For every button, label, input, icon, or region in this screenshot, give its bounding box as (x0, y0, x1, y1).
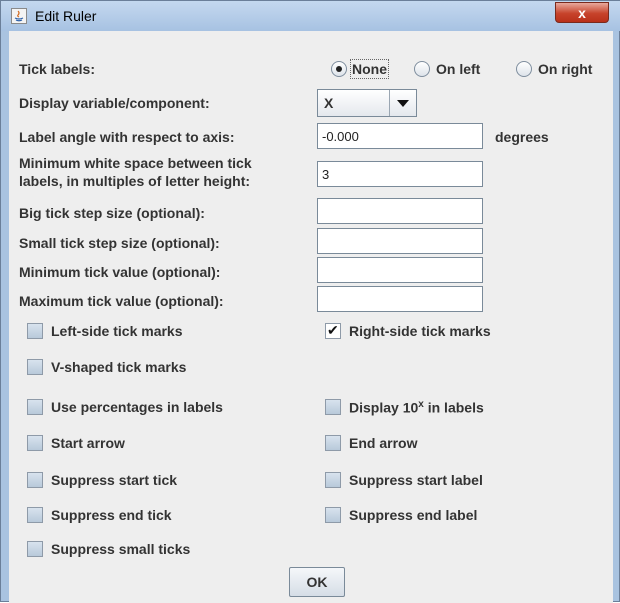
dialog-content: Tick labels: None On left On right Displ… (9, 31, 613, 603)
radio-on-right-label[interactable]: On right (538, 61, 592, 77)
use-percentages-checkbox[interactable] (27, 399, 43, 415)
start-arrow-label[interactable]: Start arrow (51, 435, 125, 451)
display-10x-label[interactable]: Display 10x in labels (349, 399, 484, 416)
start-arrow-checkbox[interactable] (27, 435, 43, 451)
v-shaped-ticks-checkbox[interactable] (27, 359, 43, 375)
display-variable-dropdown[interactable]: X (317, 89, 417, 117)
suppress-end-label-label[interactable]: Suppress end label (349, 507, 477, 523)
label-angle-input[interactable] (317, 123, 483, 149)
min-white-space-label-line1: Minimum white space between tick (19, 155, 252, 171)
display-variable-value: X (324, 95, 334, 111)
check-mark-icon: ✔ (327, 322, 339, 338)
display-variable-label: Display variable/component: (19, 95, 210, 111)
end-arrow-label[interactable]: End arrow (349, 435, 417, 451)
window-title: Edit Ruler (35, 8, 97, 24)
min-white-space-input[interactable] (317, 161, 483, 187)
close-icon: x (578, 5, 586, 21)
display-10x-label-suffix: in labels (423, 399, 484, 416)
small-tick-step-input[interactable] (317, 228, 483, 254)
radio-on-left[interactable] (414, 61, 430, 77)
degrees-unit-label: degrees (495, 129, 549, 145)
suppress-end-label-checkbox[interactable] (325, 507, 341, 523)
right-side-ticks-label[interactable]: Right-side tick marks (349, 323, 491, 339)
suppress-start-label-label[interactable]: Suppress start label (349, 472, 483, 488)
radio-on-left-label[interactable]: On left (436, 61, 480, 77)
display-10x-label-prefix: Display 10 (349, 399, 419, 416)
suppress-small-ticks-label[interactable]: Suppress small ticks (51, 541, 190, 557)
suppress-end-tick-label[interactable]: Suppress end tick (51, 507, 172, 523)
max-tick-value-input[interactable] (317, 286, 483, 312)
v-shaped-ticks-label[interactable]: V-shaped tick marks (51, 359, 186, 375)
radio-none[interactable] (331, 61, 347, 77)
min-tick-value-label: Minimum tick value (optional): (19, 264, 221, 280)
title-bar[interactable]: Edit Ruler x (1, 1, 620, 31)
label-angle-label: Label angle with respect to axis: (19, 129, 235, 145)
suppress-end-tick-checkbox[interactable] (27, 507, 43, 523)
display-10x-checkbox[interactable] (325, 399, 341, 415)
left-side-ticks-checkbox[interactable] (27, 323, 43, 339)
left-side-ticks-label[interactable]: Left-side tick marks (51, 323, 183, 339)
max-tick-value-label: Maximum tick value (optional): (19, 293, 224, 309)
radio-none-label[interactable]: None (350, 59, 389, 79)
tick-labels-label: Tick labels: (19, 61, 96, 77)
end-arrow-checkbox[interactable] (325, 435, 341, 451)
suppress-start-label-checkbox[interactable] (325, 472, 341, 488)
big-tick-step-label: Big tick step size (optional): (19, 205, 205, 221)
min-tick-value-input[interactable] (317, 257, 483, 283)
use-percentages-label[interactable]: Use percentages in labels (51, 399, 223, 415)
suppress-small-ticks-checkbox[interactable] (27, 541, 43, 557)
edit-ruler-dialog: Edit Ruler x Tick labels: None On left O… (0, 0, 620, 603)
suppress-start-tick-checkbox[interactable] (27, 472, 43, 488)
close-button[interactable]: x (555, 2, 609, 23)
min-white-space-label-line2: labels, in multiples of letter height: (19, 173, 251, 189)
suppress-start-tick-label[interactable]: Suppress start tick (51, 472, 177, 488)
java-app-icon (11, 8, 27, 24)
chevron-down-icon[interactable] (389, 90, 416, 116)
right-side-ticks-checkbox[interactable]: ✔ (325, 322, 341, 339)
big-tick-step-input[interactable] (317, 198, 483, 224)
ok-button[interactable]: OK (289, 567, 345, 597)
small-tick-step-label: Small tick step size (optional): (19, 235, 220, 251)
radio-on-right[interactable] (516, 61, 532, 77)
